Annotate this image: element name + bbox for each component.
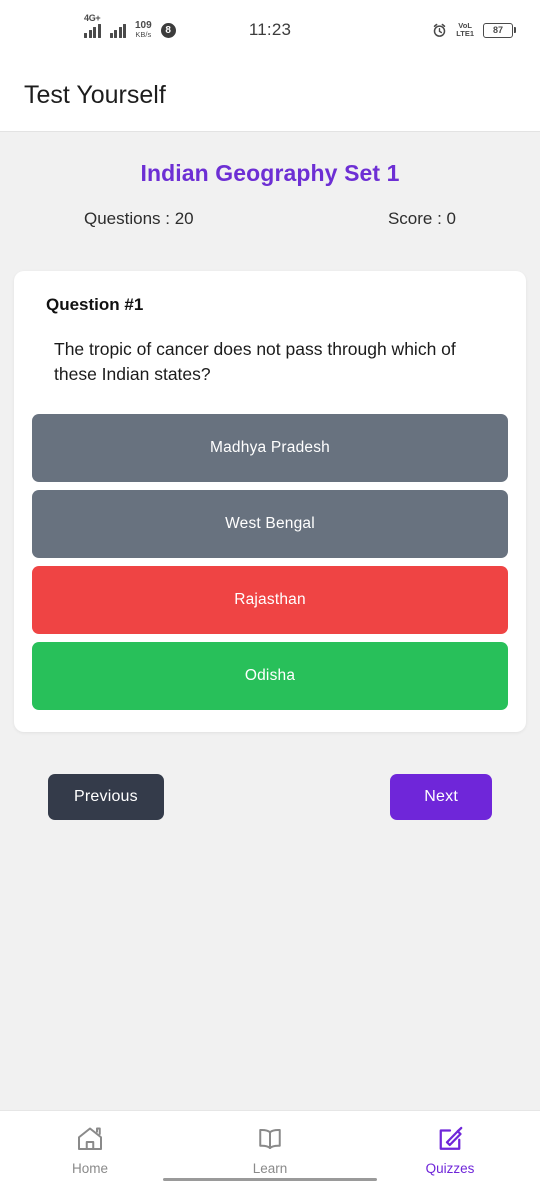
nav-item-label: Home	[71, 1160, 108, 1176]
answer-option-label: Odisha	[244, 666, 296, 684]
question-card: Question #1 The tropic of cancer does no…	[14, 271, 526, 732]
question-text: The tropic of cancer does not pass throu…	[54, 339, 456, 385]
quiz-set-title: Indian Geography Set 1	[140, 160, 400, 186]
answer-option-correct[interactable]: Odisha	[32, 641, 508, 710]
book-icon	[255, 1124, 285, 1154]
gesture-indicator-bar[interactable]	[163, 1178, 377, 1181]
nav-item-home[interactable]: Home	[0, 1124, 180, 1176]
alarm-clock-icon	[432, 23, 447, 38]
answer-options-list: Madhya Pradesh West Bengal Rajasthan Odi…	[32, 413, 508, 710]
answer-option-label: Rajasthan	[234, 590, 306, 608]
answer-option-wrong[interactable]: Rajasthan	[32, 565, 508, 634]
page-title: Test Yourself	[24, 81, 166, 109]
score-label: Score : 0	[387, 209, 456, 228]
bottom-navigation-bar: Home Learn Quizzes	[0, 1110, 540, 1188]
edit-square-icon	[435, 1124, 465, 1154]
quiz-meta-row: Questions : 20 Score : 0	[0, 209, 540, 229]
answer-option[interactable]: West Bengal	[32, 489, 508, 558]
questions-count-label: Questions : 20	[84, 209, 194, 228]
main-content: Indian Geography Set 1 Questions : 20 Sc…	[0, 132, 540, 1110]
answer-option-label: West Bengal	[225, 514, 315, 532]
nav-item-label: Quizzes	[425, 1160, 475, 1176]
nav-item-label: Learn	[252, 1160, 288, 1176]
nav-item-quizzes[interactable]: Quizzes	[360, 1124, 540, 1176]
next-button[interactable]: Next	[390, 773, 492, 820]
home-icon	[75, 1124, 105, 1154]
answer-option-label: Madhya Pradesh	[210, 438, 330, 456]
question-number: Question #1	[46, 295, 144, 314]
nav-item-learn[interactable]: Learn	[180, 1124, 360, 1176]
app-bar: Test Yourself	[0, 60, 540, 132]
status-bar: 4G+ 109 KB/s 8 11:23 VoL LTE1 87	[0, 0, 540, 60]
answer-option[interactable]: Madhya Pradesh	[32, 413, 508, 482]
phone-screen: 4G+ 109 KB/s 8 11:23 VoL LTE1 87 Test Yo…	[0, 0, 540, 1188]
status-bar-clock: 11:23	[248, 20, 292, 39]
previous-button[interactable]: Previous	[48, 773, 164, 820]
question-nav-row: Previous Next	[48, 773, 492, 820]
